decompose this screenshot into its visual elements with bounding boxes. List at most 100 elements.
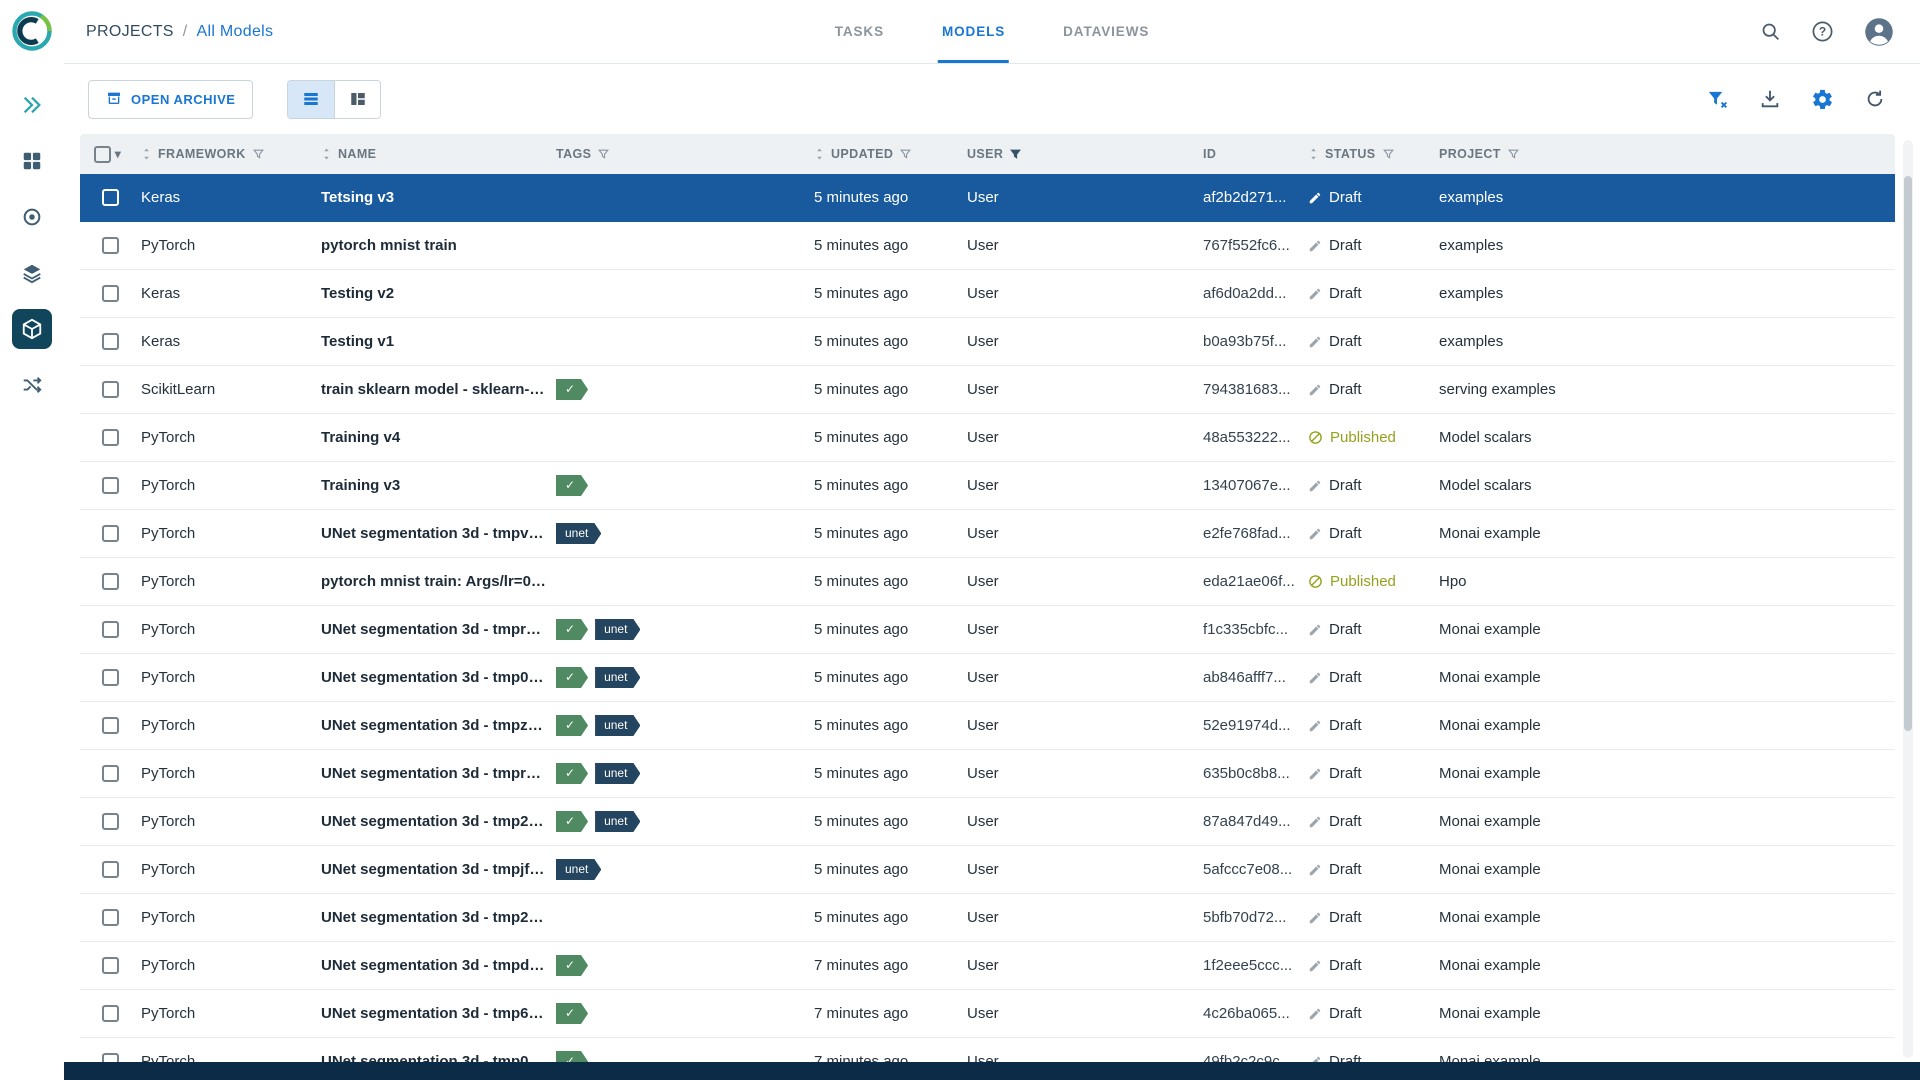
row-checkbox[interactable] — [102, 669, 119, 686]
sort-icon[interactable] — [321, 147, 332, 161]
table-row[interactable]: PyTorchUNet segmentation 3d - tmprb9d...… — [80, 606, 1895, 654]
filter-funnel-icon[interactable] — [597, 148, 610, 161]
table-row[interactable]: PyTorchTraining v3✓5 minutes agoUser1340… — [80, 462, 1895, 510]
auto-refresh-icon[interactable] — [1864, 88, 1886, 110]
filter-funnel-icon[interactable] — [252, 148, 265, 161]
cell-name[interactable]: UNet segmentation 3d - tmpvjhyl... — [321, 525, 556, 542]
dashboard-icon[interactable] — [12, 141, 52, 181]
breadcrumb-projects[interactable]: PROJECTS — [86, 23, 174, 40]
cell-name[interactable]: UNet segmentation 3d - tmpzh0... — [321, 717, 556, 734]
table-row[interactable]: KerasTetsing v35 minutes agoUseraf2b2d27… — [80, 174, 1895, 222]
cell-name[interactable]: Tetsing v3 — [321, 189, 556, 206]
projects-icon[interactable] — [12, 197, 52, 237]
cell-name[interactable]: UNet segmentation 3d - tmpjfjpv... — [321, 861, 556, 878]
tag-badge[interactable]: ✓ — [556, 763, 588, 784]
column-header-project[interactable]: PROJECT — [1439, 147, 1895, 161]
row-checkbox[interactable] — [102, 477, 119, 494]
table-row[interactable]: PyTorchUNet segmentation 3d - tmpjfjpv..… — [80, 846, 1895, 894]
table-row[interactable]: PyTorchUNet segmentation 3d - tmp29rf...… — [80, 798, 1895, 846]
table-row[interactable]: PyTorchUNet segmentation 3d - tmp0tu...✓… — [80, 654, 1895, 702]
sort-icon[interactable] — [814, 147, 825, 161]
breadcrumb-all-models[interactable]: All Models — [197, 23, 274, 40]
settings-icon[interactable] — [1811, 88, 1834, 111]
column-header-user[interactable]: USER — [967, 147, 1203, 161]
row-checkbox[interactable] — [102, 429, 119, 446]
column-header-tags[interactable]: TAGS — [556, 147, 814, 161]
tab-tasks[interactable]: TASKS — [835, 0, 884, 63]
row-checkbox[interactable] — [102, 1005, 119, 1022]
column-header-id[interactable]: ID — [1203, 147, 1308, 161]
datasets-icon[interactable] — [12, 253, 52, 293]
clearml-logo[interactable] — [11, 10, 53, 57]
models-icon[interactable] — [12, 309, 52, 349]
column-header-status[interactable]: STATUS — [1308, 147, 1439, 161]
tag-badge[interactable]: ✓ — [556, 475, 588, 496]
tag-badge[interactable]: unet — [556, 523, 601, 544]
table-row[interactable]: PyTorchpytorch mnist train: Args/lr=0.01… — [80, 558, 1895, 606]
filter-funnel-icon[interactable] — [899, 148, 912, 161]
row-checkbox[interactable] — [102, 717, 119, 734]
row-checkbox[interactable] — [102, 381, 119, 398]
row-checkbox[interactable] — [102, 813, 119, 830]
row-checkbox[interactable] — [102, 189, 119, 206]
tag-badge[interactable]: ✓ — [556, 1003, 588, 1024]
filter-funnel-icon[interactable] — [1507, 148, 1520, 161]
tag-badge[interactable]: ✓ — [556, 379, 588, 400]
table-row[interactable]: KerasTesting v15 minutes agoUserb0a93b75… — [80, 318, 1895, 366]
table-row[interactable]: PyTorchUNet segmentation 3d - tmp0ap...✓… — [80, 1038, 1895, 1062]
cell-name[interactable]: UNet segmentation 3d - tmprb9d... — [321, 621, 556, 638]
select-all-checkbox[interactable] — [94, 146, 111, 163]
row-checkbox[interactable] — [102, 909, 119, 926]
cell-name[interactable]: UNet segmentation 3d - tmprrae... — [321, 765, 556, 782]
tag-badge[interactable]: unet — [595, 715, 640, 736]
tag-badge[interactable]: ✓ — [556, 1051, 588, 1062]
cell-name[interactable]: UNet segmentation 3d - tmp0tu... — [321, 669, 556, 686]
row-checkbox[interactable] — [102, 861, 119, 878]
table-row[interactable]: PyTorchUNet segmentation 3d - tmpzh0...✓… — [80, 702, 1895, 750]
cell-name[interactable]: UNet segmentation 3d - tmp2kr0... — [321, 909, 556, 926]
table-row[interactable]: PyTorchUNet segmentation 3d - tmp2kr0...… — [80, 894, 1895, 942]
cell-name[interactable]: UNet segmentation 3d - tmp6fq0... — [321, 1005, 556, 1022]
column-header-framework[interactable]: FRAMEWORK — [141, 147, 321, 161]
row-checkbox[interactable] — [102, 573, 119, 590]
tag-badge[interactable]: unet — [595, 811, 640, 832]
cell-name[interactable]: Training v4 — [321, 429, 556, 446]
cell-name[interactable]: UNet segmentation 3d - tmp29rf... — [321, 813, 556, 830]
tag-badge[interactable]: unet — [595, 763, 640, 784]
tag-badge[interactable]: ✓ — [556, 811, 588, 832]
sort-icon[interactable] — [141, 147, 152, 161]
clear-filters-icon[interactable] — [1706, 88, 1729, 111]
cell-name[interactable]: Testing v1 — [321, 333, 556, 350]
table-row[interactable]: KerasTesting v25 minutes agoUseraf6d0a2d… — [80, 270, 1895, 318]
row-checkbox[interactable] — [102, 621, 119, 638]
row-checkbox[interactable] — [102, 237, 119, 254]
row-checkbox[interactable] — [102, 525, 119, 542]
cell-name[interactable]: pytorch mnist train — [321, 237, 556, 254]
tag-badge[interactable]: ✓ — [556, 715, 588, 736]
workers-queues-icon[interactable] — [12, 365, 52, 405]
table-row[interactable]: PyTorchUNet segmentation 3d - tmp6fq0...… — [80, 990, 1895, 1038]
cell-name[interactable]: UNet segmentation 3d - tmpdm4... — [321, 957, 556, 974]
table-row[interactable]: PyTorchUNet segmentation 3d - tmpdm4...✓… — [80, 942, 1895, 990]
table-row[interactable]: PyTorchUNet segmentation 3d - tmprrae...… — [80, 750, 1895, 798]
table-row[interactable]: PyTorchTraining v45 minutes agoUser48a55… — [80, 414, 1895, 462]
tab-dataviews[interactable]: DATAVIEWS — [1063, 0, 1149, 63]
cell-name[interactable]: pytorch mnist train: Args/lr=0.01 — [321, 573, 556, 590]
sidebar-expand-icon[interactable] — [12, 85, 52, 125]
selection-footer-bar[interactable] — [64, 1062, 1920, 1080]
tag-badge[interactable]: unet — [556, 859, 601, 880]
tag-badge[interactable]: ✓ — [556, 619, 588, 640]
row-checkbox[interactable] — [102, 1053, 119, 1062]
tab-models[interactable]: MODELS — [942, 0, 1005, 63]
cell-name[interactable]: Training v3 — [321, 477, 556, 494]
user-avatar[interactable] — [1864, 17, 1894, 47]
open-archive-button[interactable]: OPEN ARCHIVE — [88, 80, 253, 119]
select-all-header[interactable]: ▾ — [80, 146, 141, 163]
help-icon[interactable]: ? — [1811, 20, 1834, 43]
table-view-button[interactable] — [288, 81, 334, 118]
row-checkbox[interactable] — [102, 333, 119, 350]
tag-badge[interactable]: unet — [595, 619, 640, 640]
row-checkbox[interactable] — [102, 957, 119, 974]
filter-funnel-icon[interactable] — [1382, 148, 1395, 161]
sort-icon[interactable] — [1308, 147, 1319, 161]
